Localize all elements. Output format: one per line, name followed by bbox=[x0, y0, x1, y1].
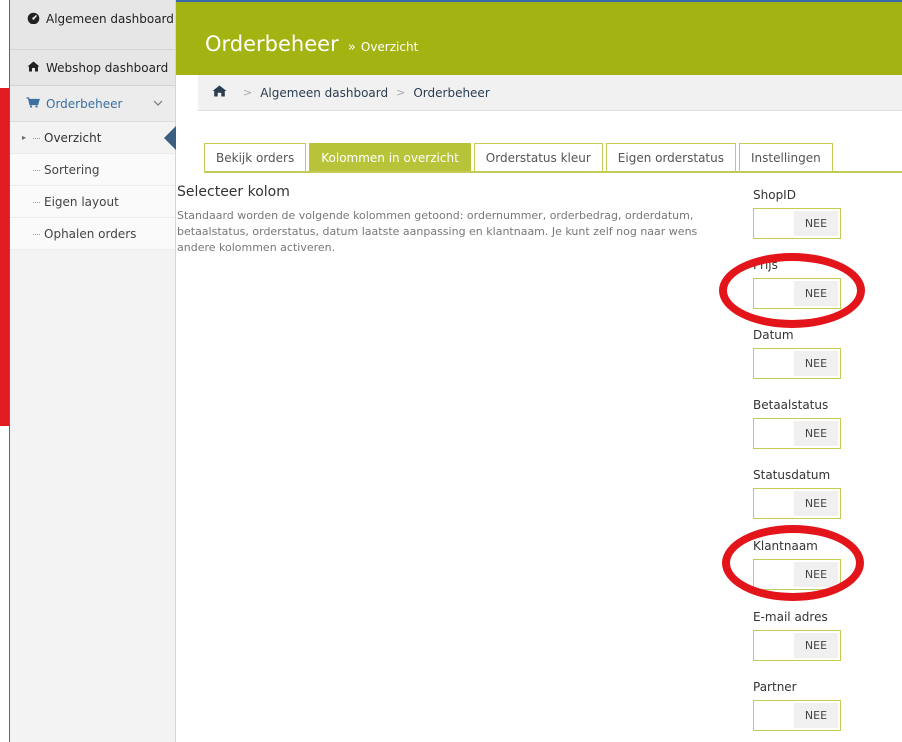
toggle-state: NEE bbox=[794, 211, 838, 236]
sidebar-subitem-label: Sortering bbox=[44, 162, 100, 177]
sidebar: Algemeen dashboard Webshop dashboard Ord… bbox=[10, 0, 176, 742]
field-label: Datum bbox=[753, 328, 794, 342]
sidebar-subitem-label: Eigen layout bbox=[44, 194, 119, 209]
home-icon[interactable] bbox=[212, 85, 227, 101]
breadcrumb-item-algemeen-dashboard[interactable]: Algemeen dashboard bbox=[260, 86, 388, 100]
toggle-state: NEE bbox=[794, 421, 838, 446]
shopid-toggle[interactable]: NEE bbox=[753, 208, 841, 239]
breadcrumb-item-orderbeheer[interactable]: Orderbeheer bbox=[413, 86, 489, 100]
highlight-ring-klantnaam bbox=[722, 525, 864, 601]
tab-underline bbox=[204, 171, 902, 173]
cart-icon bbox=[26, 96, 40, 111]
tab-orderstatus-kleur[interactable]: Orderstatus kleur bbox=[473, 143, 603, 172]
section-title: Selecteer kolom bbox=[177, 184, 290, 200]
partner-toggle[interactable]: NEE bbox=[753, 700, 841, 731]
section-description: Standaard worden de volgende kolommen ge… bbox=[177, 209, 698, 254]
highlight-ring-prijs bbox=[719, 253, 865, 328]
sidebar-subitem-eigen-layout[interactable]: Eigen layout bbox=[10, 186, 175, 218]
field-label: Betaalstatus bbox=[753, 398, 829, 412]
breadcrumb-separator-icon: > bbox=[396, 86, 406, 99]
toggle-state: NEE bbox=[794, 703, 838, 728]
datum-toggle[interactable]: NEE bbox=[753, 348, 841, 379]
sidebar-item-webshop-dashboard[interactable]: Webshop dashboard bbox=[10, 50, 175, 86]
sidebar-subitem-ophalen-orders[interactable]: Ophalen orders bbox=[10, 218, 175, 250]
betaalstatus-toggle[interactable]: NEE bbox=[753, 418, 841, 449]
field-label: Partner bbox=[753, 680, 797, 694]
toggle-state: NEE bbox=[794, 491, 838, 516]
tab-kolommen-in-overzicht[interactable]: Kolommen in overzicht bbox=[309, 143, 471, 172]
sidebar-subitem-label: Overzicht bbox=[44, 130, 102, 145]
sidebar-item-label: Webshop dashboard bbox=[46, 60, 169, 75]
chevron-down-icon[interactable] bbox=[153, 98, 163, 109]
dashboard-gauge-icon bbox=[26, 12, 40, 27]
home-icon bbox=[26, 61, 40, 75]
field-betaalstatus: Betaalstatus NEE bbox=[753, 398, 841, 449]
tree-branch bbox=[33, 169, 40, 171]
tree-branch bbox=[33, 137, 40, 139]
sidebar-item-algemeen-dashboard[interactable]: Algemeen dashboard bbox=[10, 0, 175, 50]
field-shopid: ShopID NEE bbox=[753, 188, 841, 239]
sidebar-subitem-label: Ophalen orders bbox=[44, 226, 137, 241]
page-header: Orderbeheer » Overzicht bbox=[176, 0, 902, 75]
field-partner: Partner NEE bbox=[753, 680, 841, 731]
sidebar-subitem-sortering[interactable]: Sortering bbox=[10, 154, 175, 186]
tab-bar: Bekijk orders Kolommen in overzicht Orde… bbox=[204, 143, 836, 172]
statusdatum-toggle[interactable]: NEE bbox=[753, 488, 841, 519]
caret-right-icon: ▸ bbox=[22, 133, 27, 142]
email-adres-toggle[interactable]: NEE bbox=[753, 630, 841, 661]
tree-branch bbox=[33, 233, 40, 235]
sidebar-section-orderbeheer[interactable]: Orderbeheer bbox=[10, 86, 175, 122]
toggle-state: NEE bbox=[794, 351, 838, 376]
tab-instellingen[interactable]: Instellingen bbox=[739, 143, 833, 172]
field-label: E-mail adres bbox=[753, 610, 828, 624]
field-label: Statusdatum bbox=[753, 468, 831, 482]
tab-eigen-orderstatus[interactable]: Eigen orderstatus bbox=[605, 143, 736, 172]
field-email-adres: E-mail adres NEE bbox=[753, 610, 841, 661]
tree-branch bbox=[33, 201, 40, 203]
title-separator: » bbox=[347, 40, 356, 55]
breadcrumb: > Algemeen dashboard > Orderbeheer bbox=[198, 75, 902, 111]
active-pointer-icon bbox=[164, 126, 176, 150]
sidebar-item-label: Algemeen dashboard bbox=[46, 12, 174, 26]
toggle-state: NEE bbox=[794, 633, 838, 658]
tab-bekijk-orders[interactable]: Bekijk orders bbox=[204, 143, 307, 172]
page-subtitle: Overzicht bbox=[360, 40, 419, 54]
page-title: Orderbeheer bbox=[205, 32, 339, 56]
sidebar-section-label: Orderbeheer bbox=[46, 96, 123, 111]
breadcrumb-separator-icon: > bbox=[243, 86, 253, 99]
red-edge-strip bbox=[0, 88, 9, 426]
field-datum: Datum NEE bbox=[753, 328, 841, 379]
field-statusdatum: Statusdatum NEE bbox=[753, 468, 841, 519]
field-label: ShopID bbox=[753, 188, 796, 202]
sidebar-subitem-overzicht[interactable]: ▸ Overzicht bbox=[10, 122, 176, 154]
